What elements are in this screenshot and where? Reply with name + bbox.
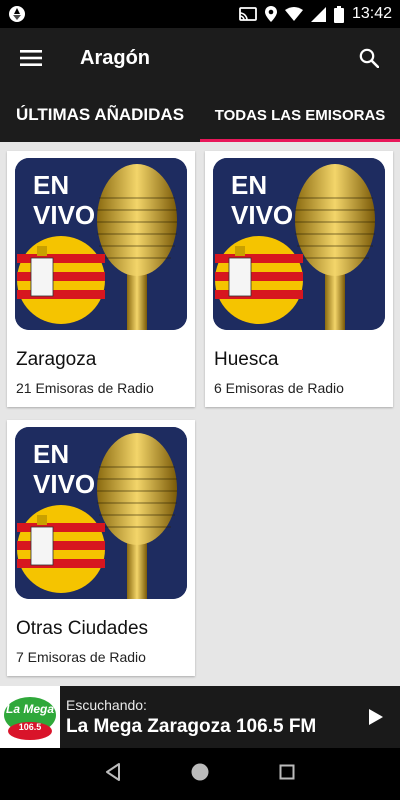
back-icon[interactable] [105,762,121,786]
live-badge-text: EN VIVO [231,170,294,230]
home-icon[interactable] [191,763,209,786]
card-title: Huesca [214,349,279,370]
now-playing-info: Escuchando: La Mega Zaragoza 106.5 FM [60,697,352,738]
card-station-count: 7 Emisoras de Radio [16,649,146,665]
signal-icon [310,6,326,22]
wifi-icon [284,7,303,21]
search-icon[interactable] [338,28,400,88]
aperture-icon [8,5,26,23]
live-badge-text: EN VIVO [33,439,96,499]
station-logo-text: La Mega [5,702,54,716]
card-zaragoza[interactable]: EN VIVO Zaragoza 21 Emisoras de Radio [7,151,195,407]
station-logo-frequency: 106.5 [18,722,42,732]
status-bar: 13:42 [0,0,400,28]
recents-icon[interactable] [279,764,295,785]
card-huesca[interactable]: EN VIVO Huesca 6 Emisoras de Radio [205,151,393,407]
live-badge-text: EN VIVO [33,170,96,230]
now-playing-label: Escuchando: [66,696,147,713]
tab-bar: ÚLTIMAS AÑADIDAS TODAS LAS EMISORAS [0,88,400,142]
live-radio-thumbnail: EN VIVO [15,158,187,330]
cast-icon [239,7,257,21]
card-title: Otras Ciudades [16,618,149,639]
card-station-count: 6 Emisoras de Radio [214,380,344,396]
app-bar: Aragón [0,28,400,88]
page-title: Aragón [80,46,150,69]
system-nav-bar [0,748,400,800]
hamburger-menu-icon[interactable] [0,28,62,88]
card-station-count: 21 Emisoras de Radio [16,380,154,396]
play-icon[interactable] [352,686,400,748]
stations-grid: EN VIVO Zaragoza 21 Emisoras de Radio EN… [0,142,400,686]
now-playing-station: La Mega Zaragoza 106.5 FM [66,715,317,737]
battery-icon [333,5,344,23]
live-radio-thumbnail: EN VIVO [15,427,187,599]
location-icon [264,6,277,22]
now-playing-bar[interactable]: La Mega 106.5 Escuchando: La Mega Zarago… [0,686,400,748]
clock: 13:42 [351,5,392,22]
card-title: Zaragoza [16,349,97,370]
card-otras-ciudades[interactable]: EN VIVO Otras Ciudades 7 Emisoras de Rad… [7,420,195,676]
tab-todas-las-emisoras[interactable]: TODAS LAS EMISORAS [200,88,400,142]
tab-ultimas-anadidas[interactable]: ÚLTIMAS AÑADIDAS [0,88,200,142]
station-logo [0,686,60,748]
live-radio-thumbnail: EN VIVO [213,158,385,330]
